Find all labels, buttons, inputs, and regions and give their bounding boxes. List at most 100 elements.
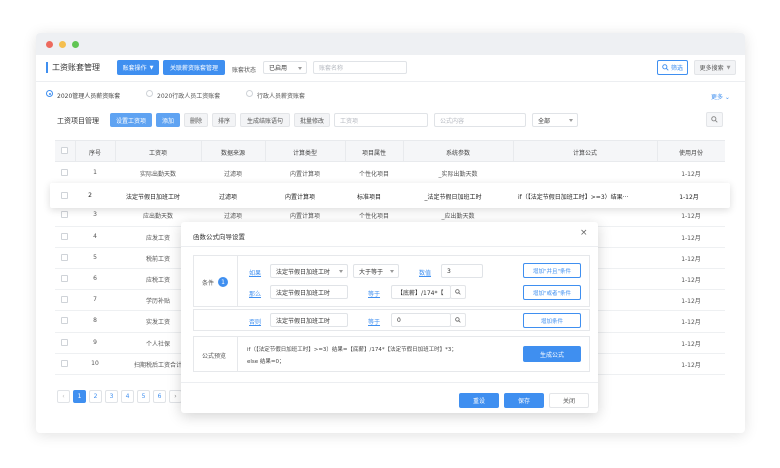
page-6-button[interactable]: 6 — [153, 390, 166, 403]
scope-select-value: 全部 — [538, 117, 551, 125]
value-label[interactable]: 数值 — [419, 268, 431, 277]
radio-account-1[interactable] — [46, 90, 53, 97]
column-divider — [201, 140, 202, 162]
else-equals-label[interactable]: 等于 — [368, 317, 380, 326]
row-checkbox[interactable] — [61, 296, 68, 304]
row-item: 法定节假日加班工时 — [125, 194, 180, 201]
then-value-input[interactable]: 【底薪】/174*【 — [391, 285, 451, 299]
else-field-input[interactable]: 法定节假日加班工时 — [270, 313, 348, 327]
page-4-button[interactable]: 4 — [121, 390, 134, 403]
row-checkbox[interactable] — [61, 275, 68, 282]
else-value-input[interactable]: 0 — [391, 313, 451, 327]
item-search-button[interactable] — [706, 112, 723, 127]
select-all-checkbox[interactable] — [61, 147, 68, 154]
reset-button[interactable]: 重设 — [459, 393, 499, 408]
row-source: 过滤项 — [218, 194, 237, 201]
account-name-input[interactable]: 账套名称 — [313, 61, 407, 74]
close-icon[interactable]: × — [580, 228, 588, 238]
more-link[interactable]: 更多 ⌄ — [711, 92, 730, 101]
filter-button[interactable]: 筛选 — [657, 60, 688, 75]
add-condition-button[interactable]: 增加条件 — [523, 313, 581, 328]
account-ops-button[interactable]: 账套操作 ▼ — [117, 60, 159, 75]
operator-select[interactable]: 大于等于 — [353, 264, 399, 278]
minimize-window-dot[interactable] — [59, 41, 66, 48]
if-label[interactable]: 如果 — [249, 268, 261, 277]
page-2-button[interactable]: 2 — [89, 390, 102, 403]
status-select[interactable]: 已启用 — [263, 61, 307, 74]
table-cell-month: 1-12月 — [681, 319, 701, 327]
filter-label: 筛选 — [670, 65, 683, 72]
value-input[interactable]: 3 — [441, 264, 483, 278]
dialog-header-divider — [181, 246, 598, 247]
dialog-footer-divider — [181, 382, 598, 383]
table-cell-month: 1-12月 — [681, 361, 701, 369]
more-search-button[interactable]: 更多搜索 ▼ — [694, 60, 736, 75]
item-search-input[interactable]: 工资项 — [334, 113, 428, 127]
radio-account-3[interactable] — [246, 90, 253, 97]
radio-account-2[interactable] — [146, 90, 153, 97]
table-cell-source: 过滤项 — [223, 213, 242, 221]
gen-order-button[interactable]: 生成结账语句 — [240, 113, 290, 127]
if-field-select[interactable]: 法定节假日加班工时 — [270, 264, 348, 278]
radio-account-3-label: 行政人员薪资账套 — [257, 93, 306, 100]
then-label[interactable]: 那么 — [249, 289, 261, 298]
account-ops-label: 账套操作 — [122, 65, 147, 72]
add-and-condition-button[interactable]: 增加"并且"条件 — [523, 263, 581, 278]
add-or-condition-button[interactable]: 增加"或者"条件 — [523, 285, 581, 300]
maximize-window-dot[interactable] — [72, 41, 79, 48]
row-checkbox[interactable] — [61, 211, 68, 219]
page-1-button[interactable]: 1 — [73, 390, 86, 403]
title-bar — [36, 33, 745, 55]
else-value-search-button[interactable] — [450, 313, 466, 327]
row-checkbox[interactable] — [61, 253, 68, 261]
row-no: 2 — [88, 192, 92, 199]
else-label[interactable]: 否则 — [249, 317, 261, 326]
condition-label-cell — [193, 255, 238, 307]
sort-button[interactable]: 排序 — [212, 113, 236, 127]
table-cell-item: 应出勤天数 — [142, 213, 173, 221]
page-3-button[interactable]: 3 — [105, 390, 118, 403]
row-param: _法定节假日加班工时 — [424, 194, 482, 201]
row-checkbox[interactable] — [61, 338, 68, 346]
condition-label: 条件 — [202, 280, 215, 287]
column-header: 计算公式 — [572, 150, 597, 157]
then-equals-label[interactable]: 等于 — [368, 289, 380, 298]
table-cell-month: 1-12月 — [681, 234, 701, 242]
row-checkbox[interactable] — [61, 317, 68, 325]
table-cell-no: 3 — [93, 211, 97, 219]
table-cell-param: _实际出勤天数 — [438, 171, 478, 178]
row-checkbox[interactable] — [61, 359, 68, 367]
chevron-down-icon — [298, 66, 302, 70]
table-cell-no: 7 — [93, 296, 97, 304]
table-cell-no: 1 — [93, 169, 97, 176]
formula-search-input[interactable]: 公式内容 — [434, 113, 526, 127]
column-divider — [403, 140, 404, 162]
status-label: 账套状态 — [232, 67, 257, 74]
add-button[interactable]: 添加 — [156, 113, 180, 127]
save-button[interactable]: 保存 — [504, 393, 544, 408]
highlighted-row[interactable]: 2 法定节假日加班工时 过滤项 内置计算项 标准项目 _法定节假日加班工时 if… — [50, 183, 730, 208]
link-account-set-button[interactable]: 关联薪资账套管理 — [163, 60, 225, 75]
status-select-value: 已启用 — [269, 65, 288, 72]
close-window-dot[interactable] — [46, 41, 53, 48]
delete-button[interactable]: 删除 — [184, 113, 208, 127]
generate-formula-button[interactable]: 生成公式 — [523, 346, 581, 362]
chevron-down-icon: ⌄ — [723, 94, 730, 101]
prev-page-button[interactable]: ‹ — [57, 390, 70, 403]
row-checkbox[interactable] — [61, 169, 68, 176]
scope-select[interactable]: 全部 — [532, 113, 578, 127]
column-header: 工资项 — [148, 150, 167, 157]
more-link-label: 更多 — [711, 94, 724, 101]
then-value-search-button[interactable] — [450, 285, 466, 299]
then-field-input[interactable]: 法定节假日加班工时 — [270, 285, 348, 299]
row-checkbox[interactable] — [61, 232, 68, 240]
column-divider — [657, 140, 658, 162]
page-title: 工资账套管理 — [52, 63, 100, 72]
table-cell-no: 5 — [93, 253, 97, 261]
row-checkbox[interactable] — [61, 192, 68, 199]
batch-edit-button[interactable]: 批量修改 — [294, 113, 330, 127]
close-button[interactable]: 关闭 — [549, 393, 589, 408]
page-5-button[interactable]: 5 — [137, 390, 150, 403]
set-item-button[interactable]: 设置工资项 — [110, 113, 152, 127]
chevron-down-icon — [339, 270, 343, 273]
